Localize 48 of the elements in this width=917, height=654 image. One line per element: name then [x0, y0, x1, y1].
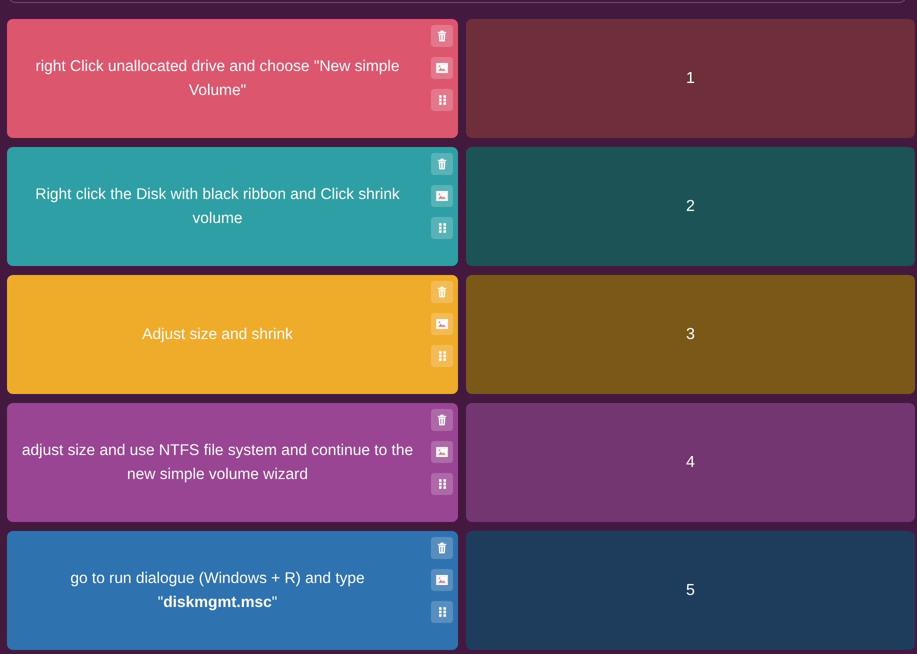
image-icon — [436, 447, 448, 457]
drag-handle[interactable] — [431, 601, 453, 623]
answer-slot[interactable]: 2 — [466, 147, 915, 266]
drag-handle-icon — [438, 607, 446, 617]
image-button[interactable] — [431, 569, 453, 591]
trash-icon — [437, 414, 447, 426]
drag-handle-icon — [438, 479, 446, 489]
answer-slot[interactable]: 3 — [466, 275, 915, 394]
drag-handle[interactable] — [431, 89, 453, 111]
image-button[interactable] — [431, 57, 453, 79]
step-card[interactable]: adjust size and use NTFS file system and continue to the new simple volume wizard — [7, 403, 458, 522]
image-icon — [436, 191, 448, 201]
answer-number: 2 — [686, 198, 695, 216]
image-button[interactable] — [431, 313, 453, 335]
trash-icon — [437, 158, 447, 170]
answer-number: 4 — [686, 454, 695, 472]
image-icon — [436, 319, 448, 329]
drag-handle-icon — [438, 95, 446, 105]
delete-button[interactable] — [431, 25, 453, 47]
delete-button[interactable] — [431, 537, 453, 559]
answer-number: 3 — [686, 326, 695, 344]
image-button[interactable] — [431, 185, 453, 207]
trash-icon — [437, 30, 447, 42]
step-text: right Click unallocated drive and choose "New simple Volume" — [34, 56, 400, 100]
delete-button[interactable] — [431, 281, 453, 303]
drag-handle-icon — [438, 351, 446, 361]
answer-number: 1 — [686, 70, 695, 88]
drag-handle[interactable] — [431, 345, 453, 367]
delete-button[interactable] — [431, 153, 453, 175]
step-card[interactable]: go to run dialogue (Windows + R) and type "diskmgmt.msc" — [7, 531, 458, 650]
step-card[interactable]: right Click unallocated drive and choose "New simple Volume" — [7, 19, 458, 138]
drag-handle[interactable] — [431, 473, 453, 495]
trash-icon — [437, 542, 447, 554]
step-text: go to run dialogue (Windows + R) and type "diskmgmt.msc" — [69, 568, 366, 612]
step-text: adjust size and use NTFS file system and continue to the new simple volume wizard — [21, 440, 414, 484]
image-icon — [436, 575, 448, 585]
image-icon — [436, 63, 448, 73]
image-button[interactable] — [431, 441, 453, 463]
answer-slot[interactable]: 5 — [466, 531, 915, 650]
step-text: Adjust size and shrink — [141, 324, 294, 344]
delete-button[interactable] — [431, 409, 453, 431]
answer-slot[interactable]: 1 — [466, 19, 915, 138]
answer-slot[interactable]: 4 — [466, 403, 915, 522]
drag-handle-icon — [438, 223, 446, 233]
drag-handle[interactable] — [431, 217, 453, 239]
trash-icon — [437, 286, 447, 298]
answer-number: 5 — [686, 582, 695, 600]
step-text: Right click the Disk with black ribbon and Click shrink volume — [34, 184, 401, 228]
